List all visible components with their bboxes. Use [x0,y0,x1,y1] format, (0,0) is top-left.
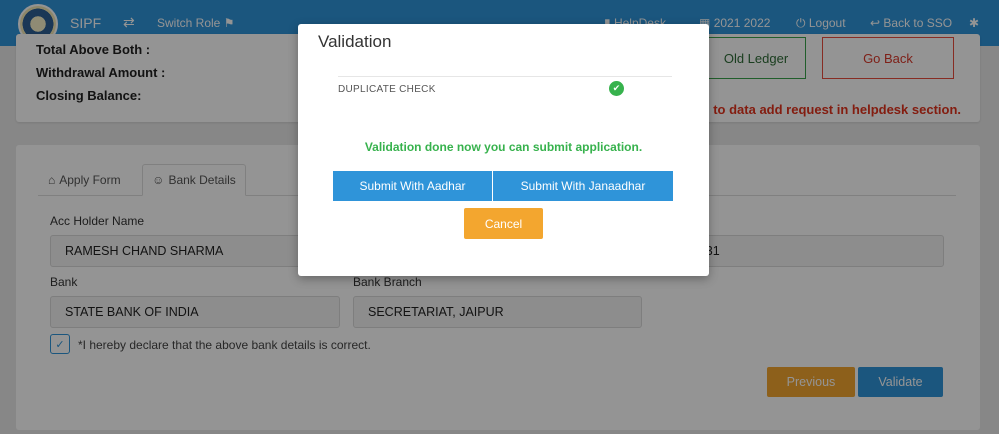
validation-message: Validation done now you can submit appli… [364,140,643,154]
submit-with-aadhar-button[interactable]: Submit With Aadhar [333,171,492,201]
cancel-button[interactable]: Cancel [464,208,543,239]
check-circle-icon: ✔ [609,81,624,96]
modal-divider [338,76,672,77]
duplicate-check-label: DUPLICATE CHECK [338,84,436,95]
submit-with-janaadhar-button[interactable]: Submit With Janaadhar [493,171,673,201]
modal-title: Validation [318,32,392,51]
validation-modal: Validation DUPLICATE CHECK ✔ Validation … [298,24,709,276]
